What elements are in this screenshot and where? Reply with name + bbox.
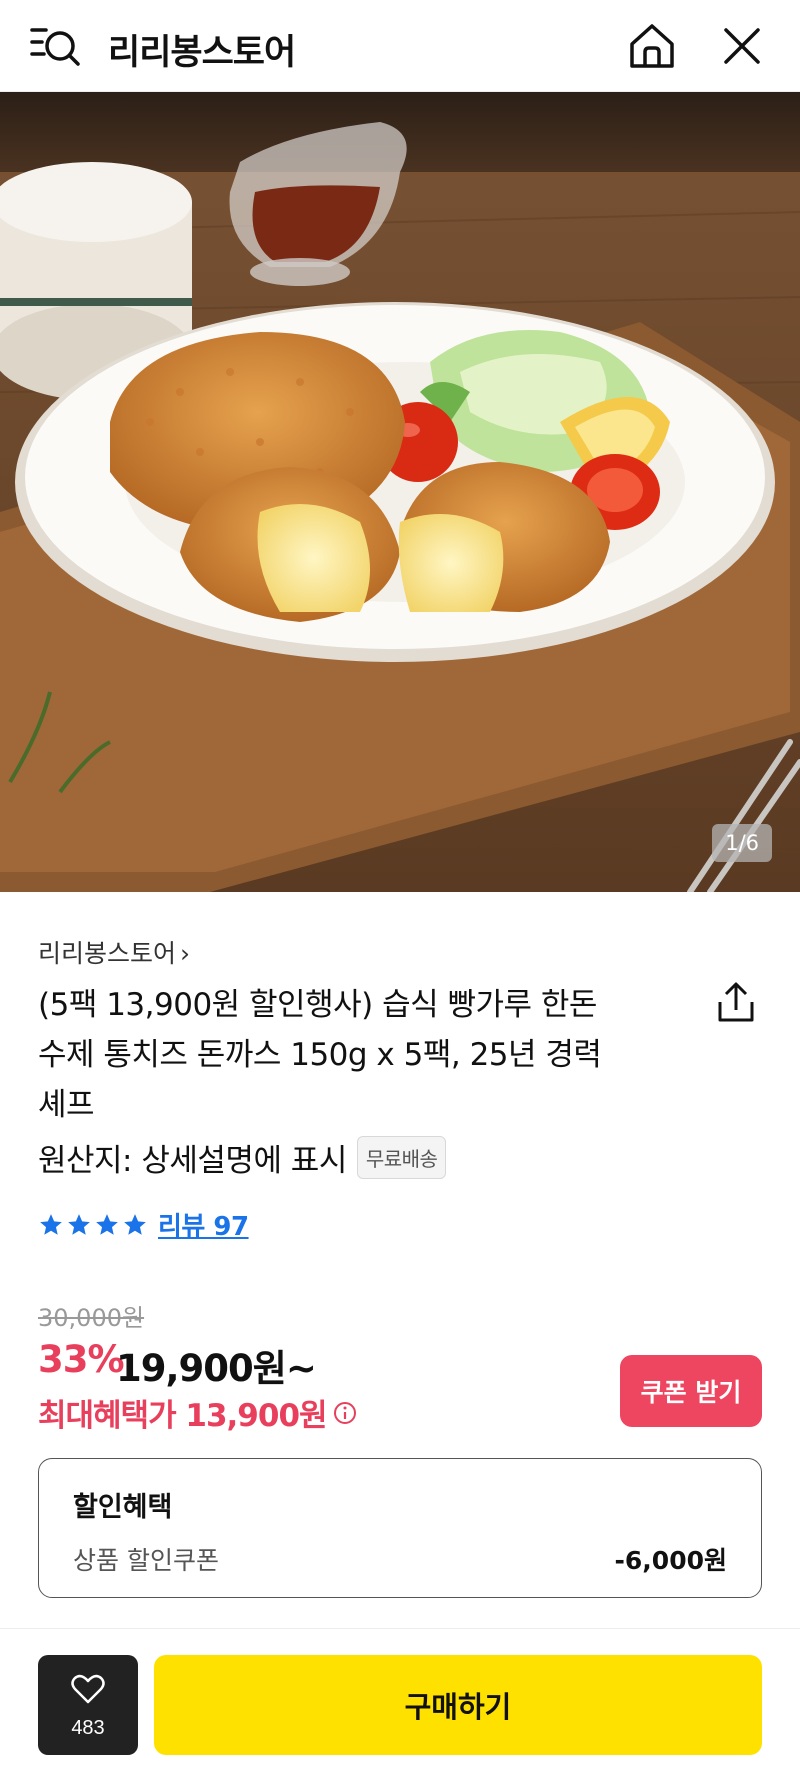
sale-price: 19,900원~	[116, 1347, 317, 1390]
rating-row: 리뷰 97	[38, 1206, 249, 1243]
heart-icon	[71, 1674, 105, 1704]
max-benefit-text: 최대혜택가 13,900원	[38, 1398, 328, 1434]
star-icon	[68, 1213, 90, 1235]
rating-stars	[38, 1212, 148, 1238]
chevron-right-icon: ›	[180, 939, 191, 968]
app-header: 리리봉스토어	[0, 0, 800, 92]
info-icon[interactable]	[333, 1401, 357, 1425]
image-pager: 1/6	[712, 824, 772, 862]
review-link[interactable]: 리뷰 97	[158, 1206, 249, 1243]
discount-benefit-box: 할인혜택 상품 할인쿠폰 -6,000원	[38, 1458, 762, 1598]
original-price: 30,000원	[38, 1304, 145, 1332]
like-count: 483	[71, 1717, 105, 1739]
star-icon	[96, 1213, 118, 1235]
star-icon	[40, 1213, 62, 1235]
discount-title: 할인혜택	[73, 1492, 173, 1523]
star-icon	[124, 1213, 146, 1235]
bottom-action-bar: 483 구매하기	[0, 1628, 800, 1787]
home-icon[interactable]	[626, 20, 678, 72]
discount-value: -6,000원	[614, 1546, 727, 1575]
discount-label: 상품 할인쿠폰	[73, 1546, 219, 1575]
store-title: 리리봉스토어	[108, 33, 296, 73]
close-icon[interactable]	[718, 22, 766, 70]
max-benefit-price[interactable]: 최대혜택가 13,900원	[38, 1390, 357, 1435]
free-shipping-badge: 무료배송	[356, 1136, 447, 1179]
like-button[interactable]: 483	[38, 1655, 138, 1755]
coupon-button[interactable]: 쿠폰 받기	[620, 1355, 762, 1427]
share-icon[interactable]	[712, 978, 760, 1026]
search-menu-icon[interactable]	[30, 22, 82, 70]
product-image[interactable]: 1/6	[0, 92, 800, 892]
buy-button[interactable]: 구매하기	[154, 1655, 762, 1755]
seller-name: 리리봉스토어	[38, 939, 177, 968]
origin-line: 원산지: 상세설명에 표시 무료배송	[38, 1135, 447, 1180]
seller-link[interactable]: 리리봉스토어 ›	[38, 934, 190, 970]
discount-percent: 33%	[38, 1338, 125, 1381]
origin-text: 원산지: 상세설명에 표시	[38, 1143, 347, 1179]
product-title: (5팩 13,900원 할인행사) 습식 빵가루 한돈 수제 통치즈 돈까스 1…	[38, 987, 602, 1123]
